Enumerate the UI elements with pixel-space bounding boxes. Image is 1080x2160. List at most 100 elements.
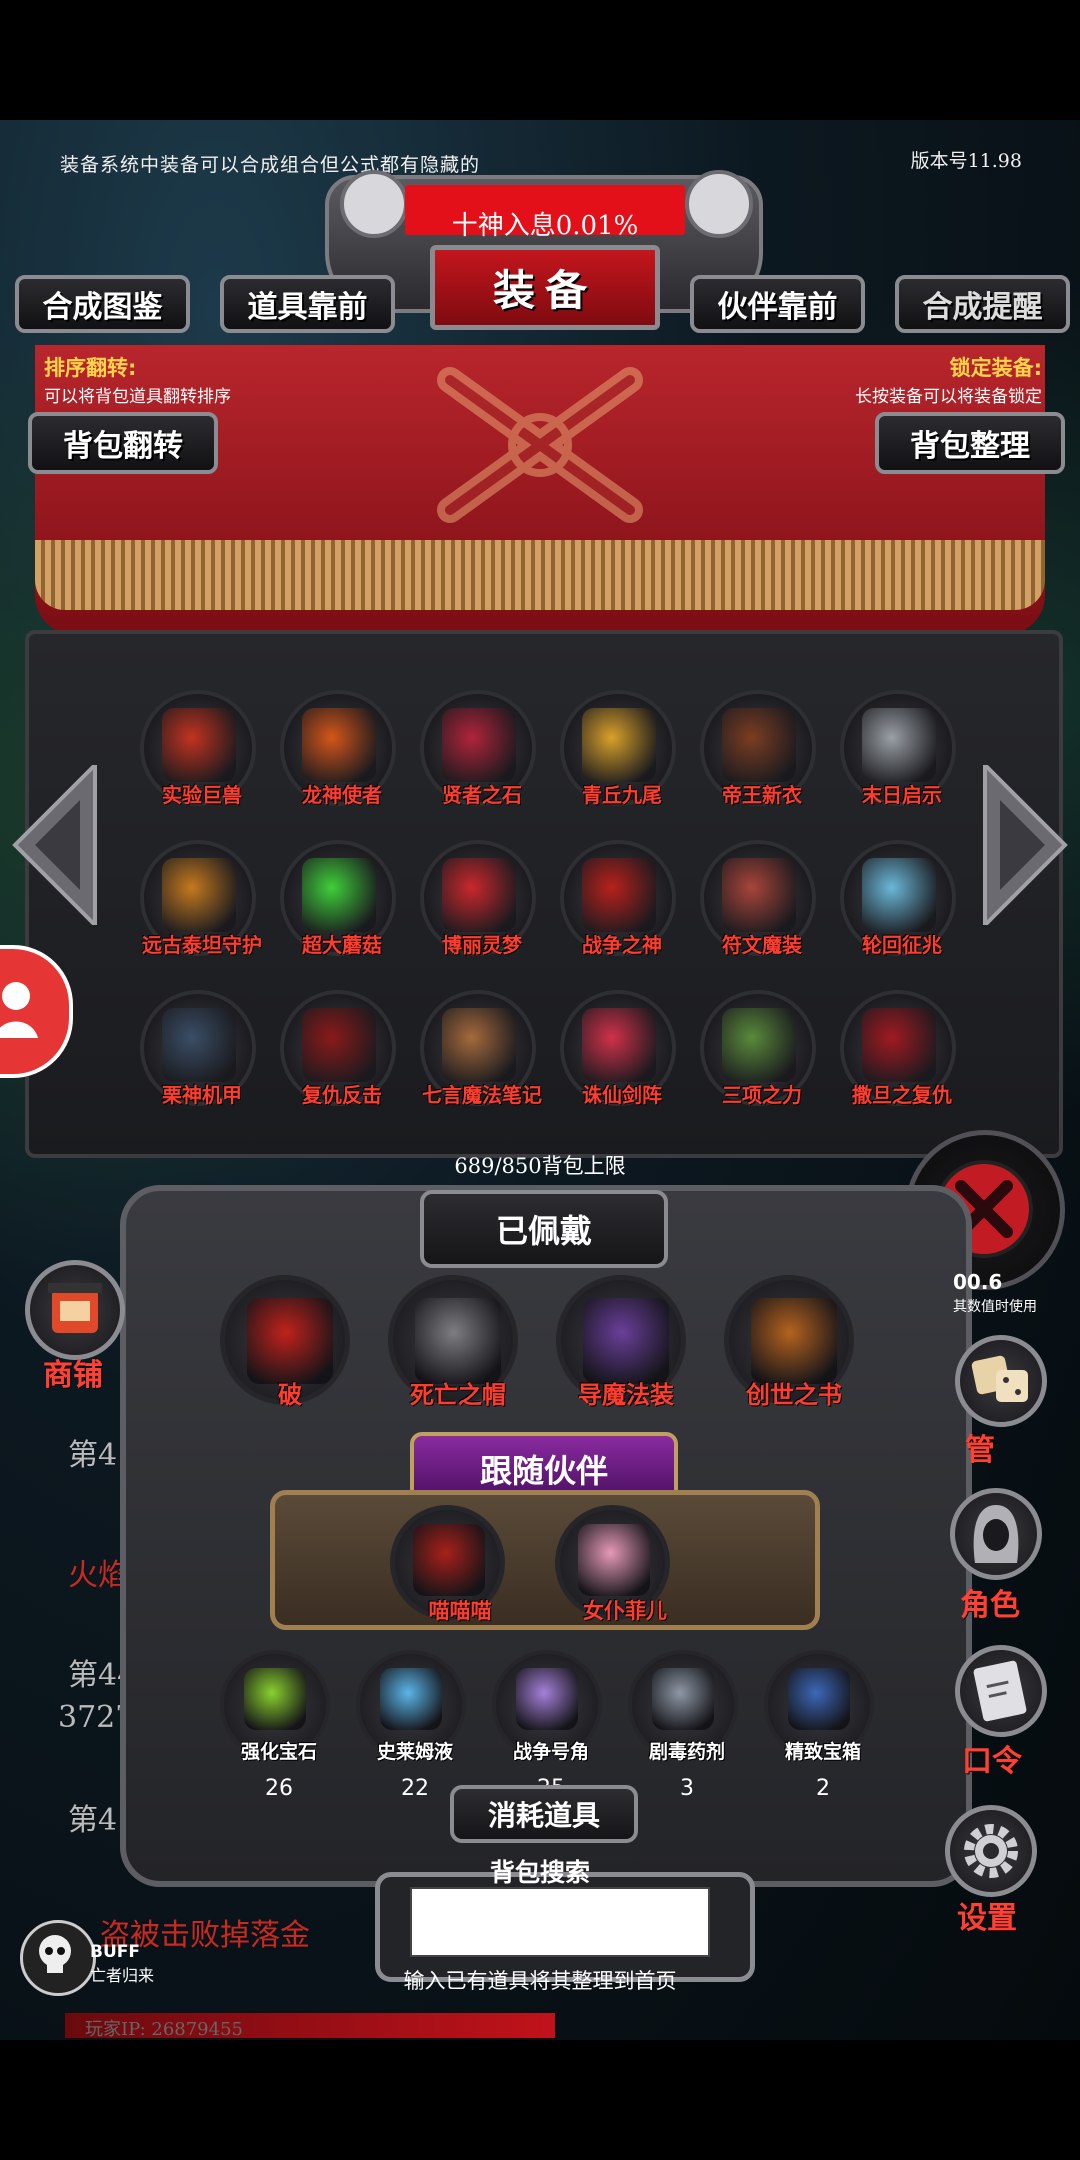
equipped-art-icon [583, 1298, 669, 1384]
inventory-item[interactable]: 末日启示 [840, 690, 956, 807]
avatar-tab[interactable] [0, 945, 73, 1078]
scroll-text: 十神入息0.01% [451, 211, 639, 241]
consumable-item[interactable]: 史莱姆液 22 [356, 1650, 466, 1801]
item-art-icon [442, 1008, 516, 1082]
equipped-label: 导魔法装 [578, 1381, 674, 1409]
item-art-icon [162, 708, 236, 782]
bag-sort-button[interactable]: 背包整理 [875, 412, 1065, 474]
item-art-icon [862, 1008, 936, 1082]
worn-title: 已佩戴 [420, 1190, 668, 1268]
inventory-item[interactable]: 诛仙剑阵 [560, 990, 676, 1107]
inventory-item[interactable]: 实验巨兽 [140, 690, 256, 807]
role-button[interactable] [950, 1488, 1042, 1580]
equipped-art-icon [247, 1298, 333, 1384]
compose-reminder-button[interactable]: 合成提醒 [895, 275, 1070, 333]
partner-art-icon [578, 1524, 650, 1596]
settings-button[interactable] [945, 1805, 1037, 1897]
inventory-item[interactable]: 栗神机甲 [140, 990, 256, 1107]
inventory-item[interactable]: 龙神使者 [280, 690, 396, 807]
inventory-item[interactable]: 三项之力 [700, 990, 816, 1107]
item-art-icon [862, 858, 936, 932]
partner-item[interactable]: 喵喵喵 [390, 1505, 505, 1623]
items-first-button[interactable]: 道具靠前 [220, 275, 395, 333]
inventory-item[interactable]: 七言魔法笔记 [420, 990, 542, 1107]
item-art-icon [162, 1008, 236, 1082]
book-icon [973, 1660, 1027, 1722]
side-note-sub: 其数值时使用 [953, 1299, 1037, 1315]
item-art-icon [722, 1008, 796, 1082]
partners-first-button[interactable]: 伙伴靠前 [690, 275, 865, 333]
partner-item[interactable]: 女仆菲儿 [555, 1505, 670, 1623]
equipped-item[interactable]: 导魔法装 [556, 1275, 686, 1409]
consumable-item[interactable]: 精致宝箱 2 [764, 1650, 874, 1801]
lock-hint-title: 锁定装备: [949, 356, 1042, 380]
code-button[interactable] [955, 1645, 1047, 1737]
shop-icon [48, 1283, 102, 1333]
item-art-icon [582, 1008, 656, 1082]
next-page-icon[interactable] [980, 765, 1070, 925]
inventory-item[interactable]: 超大蘑菇 [280, 840, 396, 957]
equipped-item[interactable]: 创世之书 [724, 1275, 854, 1409]
dice-button[interactable] [955, 1335, 1047, 1427]
item-art-icon [162, 858, 236, 932]
item-label: 末日启示 [862, 783, 942, 807]
item-art-icon [442, 858, 516, 932]
shop-button[interactable] [25, 1260, 125, 1360]
inventory-item[interactable]: 青丘九尾 [560, 690, 676, 807]
equipped-art-icon [415, 1298, 501, 1384]
consumable-count: 2 [816, 1776, 830, 1801]
compose-catalog-button[interactable]: 合成图鉴 [15, 275, 190, 333]
consumable-count: 3 [680, 1776, 694, 1801]
item-art-icon [302, 708, 376, 782]
inventory-item[interactable]: 战争之神 [560, 840, 676, 957]
consumable-art-icon [652, 1668, 714, 1730]
consumable-label: 精致宝箱 [784, 1741, 861, 1763]
consumable-count: 22 [401, 1776, 429, 1801]
item-label: 撒旦之复仇 [852, 1083, 952, 1107]
item-art-icon [582, 858, 656, 932]
item-art-icon [582, 708, 656, 782]
consumable-item[interactable]: 战争号角25 [492, 1650, 602, 1801]
sort-hint-title: 排序翻转: [44, 356, 137, 380]
item-label: 轮回征兆 [862, 933, 942, 957]
consumables-title: 消耗道具 [450, 1785, 638, 1843]
version-label: 版本号11.98 [910, 150, 1022, 172]
inventory-item[interactable]: 帝王新衣 [700, 690, 816, 807]
partner-art-icon [413, 1524, 485, 1596]
bag-flip-button[interactable]: 背包翻转 [28, 412, 218, 474]
inventory-item[interactable]: 贤者之石 [420, 690, 536, 807]
search-hint: 输入已有道具将其整理到首页 [403, 1969, 677, 1993]
prev-page-icon[interactable] [10, 765, 100, 925]
page-title: 装备 [430, 245, 660, 330]
skull-left-icon [340, 170, 408, 238]
consumable-art-icon [788, 1668, 850, 1730]
tip-text: 装备系统中装备可以合成组合但公式都有隐藏的 [60, 154, 481, 176]
consumable-item[interactable]: 强化宝石 26 [220, 1650, 330, 1801]
equipped-item[interactable]: 破 [220, 1275, 350, 1409]
buff-title: BUFF [90, 1942, 140, 1962]
equipped-label: 创世之书 [746, 1381, 842, 1409]
crossed-swords-emblem-icon [437, 367, 643, 523]
dice-icon [971, 1355, 1028, 1402]
inventory-item[interactable]: 符文魔装 [700, 840, 816, 957]
sort-hint-text: 可以将背包道具翻转排序 [44, 387, 231, 407]
inventory-item[interactable]: 轮回征兆 [840, 840, 956, 957]
buff-skull-icon[interactable] [20, 1920, 96, 1996]
item-art-icon [722, 858, 796, 932]
inventory-item[interactable]: 撒旦之复仇 [840, 990, 956, 1107]
inventory-item[interactable]: 博丽灵梦 [420, 840, 536, 957]
inventory-item[interactable]: 复仇反击 [280, 990, 396, 1107]
partner-label: 喵喵喵 [428, 1599, 492, 1623]
user-icon [0, 982, 38, 1038]
item-art-icon [862, 708, 936, 782]
equipped-item[interactable]: 死亡之帽 [388, 1275, 518, 1409]
search-input[interactable] [410, 1887, 710, 1957]
consumable-art-icon [380, 1668, 442, 1730]
player-ip: 玩家IP: 26879455 [85, 2019, 243, 2040]
gear-icon [964, 1824, 1018, 1878]
role-label: 角色 [960, 1588, 1020, 1623]
inventory-item[interactable]: 远古泰坦守护 [140, 840, 262, 957]
equipped-art-icon [751, 1298, 837, 1384]
consumable-art-icon [516, 1668, 578, 1730]
consumable-item[interactable]: 剧毒药剂 3 [628, 1650, 738, 1801]
